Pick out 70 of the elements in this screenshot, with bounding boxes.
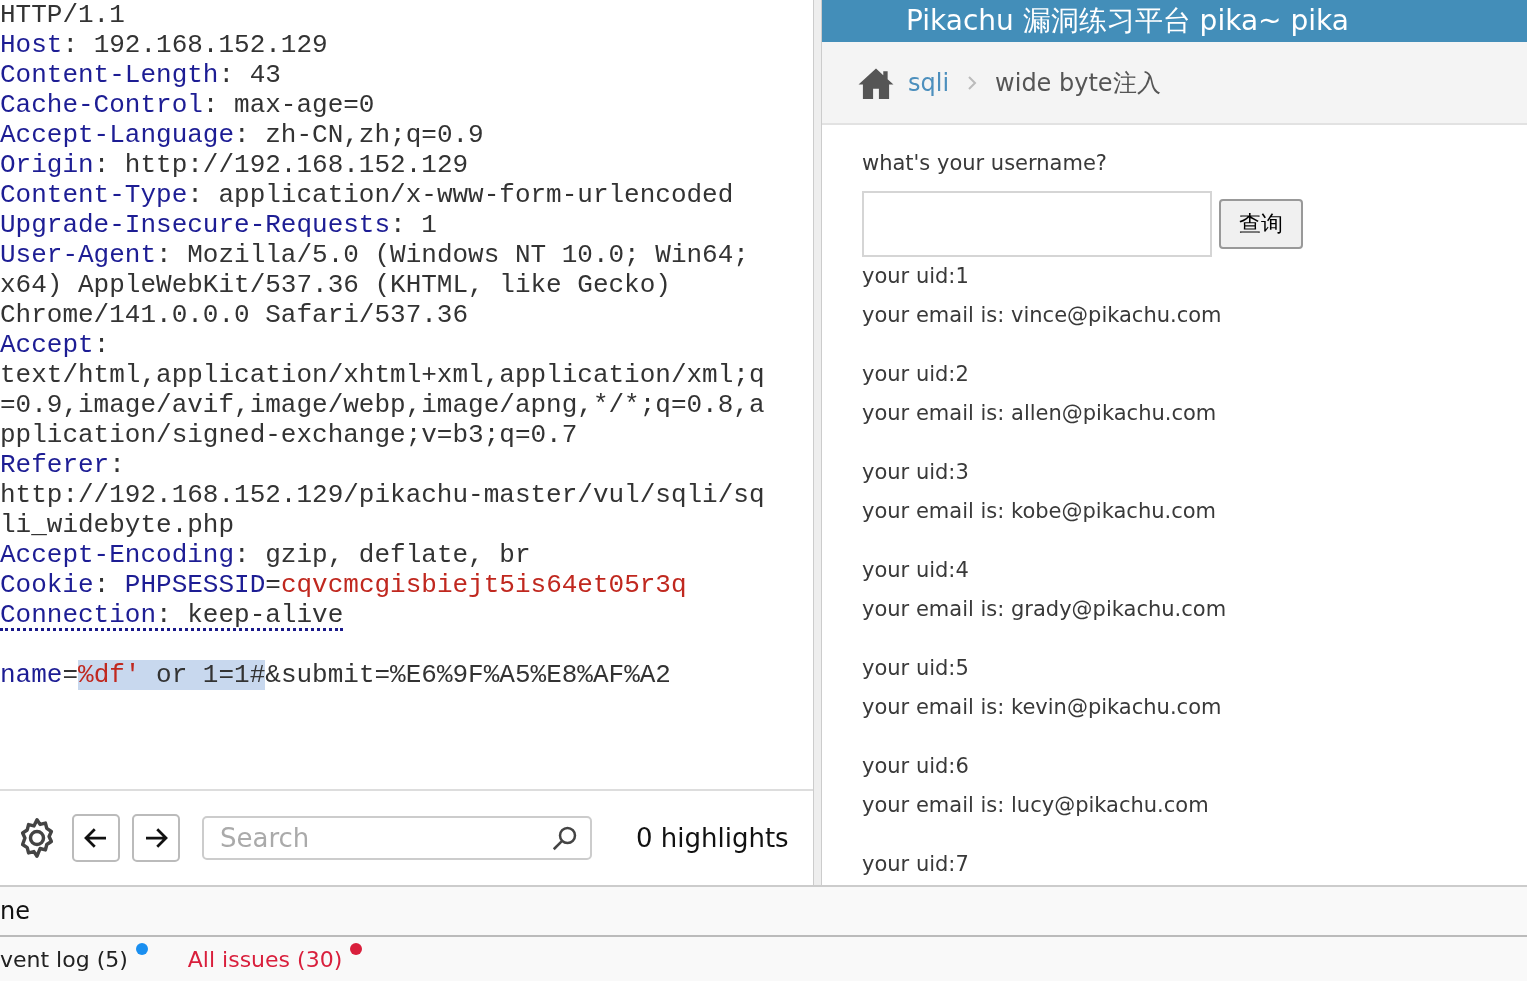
uid-text: your uid:1 [862,263,970,290]
previous-button[interactable] [72,814,120,862]
request-text: : gzip, deflate, br [234,540,531,570]
email-text: your email is: vince@pikachu.com [862,302,1223,329]
request-text: = [265,570,281,600]
header-name: Content-Type [0,180,188,210]
request-text: : zh-CN,zh;q=0.9 [234,120,484,150]
header-name: Accept-Encoding [0,540,235,570]
email-text: your email is: lucy@pikachu.com [862,792,1210,819]
request-text: : 1 [390,210,437,240]
search-field[interactable]: Search [202,816,592,860]
request-text: text/html,application/xhtml+xml,application/xml;q [0,360,765,390]
request-text: = [62,660,79,690]
request-text: : [93,330,110,360]
uid-text: your uid:5 [862,655,970,682]
panel-tab[interactable]: vent log (5) [0,945,128,975]
request-text: : Mozilla/5.0 (Windows NT 10.0; Win64; [156,240,749,270]
header-name: Connection [0,600,157,630]
param-name: name [0,660,63,690]
request-text: : application/x-www-form-urlencoded [187,180,734,210]
request-text: or 1=1# [140,660,266,690]
uid-text: your uid:6 [862,753,970,780]
email-text: your email is: grady@pikachu.com [862,596,1228,623]
request-text: Chrome/141.0.0.0 Safari/537.36 [0,300,469,330]
username-input[interactable] [862,191,1212,257]
request-text: : [93,570,111,600]
request-text: li_widebyte.php [0,510,235,540]
request-text: : 192.168.152.129 [62,30,328,60]
param-name: PHPSESSID [124,570,266,600]
form-label: what's your username? [862,150,1108,177]
email-text: your email is: kobe@pikachu.com [862,498,1218,525]
header-name: Upgrade-Insecure-Requests [0,210,391,240]
request-text: pplication/signed-exchange;v=b3;q=0.7 [0,420,578,450]
param-value: %df' [78,660,141,690]
site-title: Pikachu 漏洞练习平台 pika~ pika [905,3,1350,39]
request-text: : 43 [218,60,281,90]
request-text: : [109,450,125,480]
request-text: x64) AppleWebKit/537.36 (KHTML, like Gecko) [0,270,671,300]
request-text: : http://192.168.152.129 [93,150,469,180]
request-text: =0.9,image/avif,image/webp,image/apng,*/*;q=0.8,a [0,390,765,420]
request-text: &submit=%E6%9F%A5%E8%AF%A2 [265,660,671,690]
tab-label[interactable]: ne [0,897,30,925]
header-name: Accept-Language [0,120,235,150]
chevron-icon [967,74,978,91]
header-name: Host [0,30,63,60]
splitter-handle[interactable] [813,0,822,885]
param-value: cqvcmcgisbiejt5is64et05r3q [280,570,687,600]
uid-text: your uid:2 [862,361,970,388]
header-name: Referer [0,450,110,480]
highlights-count: 0 highlights [636,823,789,853]
panel-tab[interactable]: All issues (30) [187,945,343,975]
next-button[interactable] [132,814,180,862]
header-name: User-Agent [0,240,157,270]
request-text: http://192.168.152.129/pikachu-master/vul/sqli/sq [0,480,765,510]
request-text: HTTP/1.1 [0,0,125,30]
header-name: Origin [0,150,94,180]
home-icon[interactable] [858,66,894,99]
email-text: your email is: allen@pikachu.com [862,400,1218,427]
header-name: Cache-Control [0,90,203,120]
uid-text: your uid:3 [862,459,970,486]
query-button[interactable]: 查询 [1219,199,1303,249]
uid-text: your uid:7 [862,851,970,878]
request-text: : keep-alive [156,600,344,630]
header-name: Cookie [0,570,94,600]
breadcrumb-current: wide byte注入 [995,67,1161,99]
header-name: Content-Length [0,60,219,90]
request-text: : max-age=0 [202,90,375,120]
uid-text: your uid:4 [862,557,970,584]
email-text: your email is: kevin@pikachu.com [862,694,1223,721]
header-name: Accept [0,330,94,360]
